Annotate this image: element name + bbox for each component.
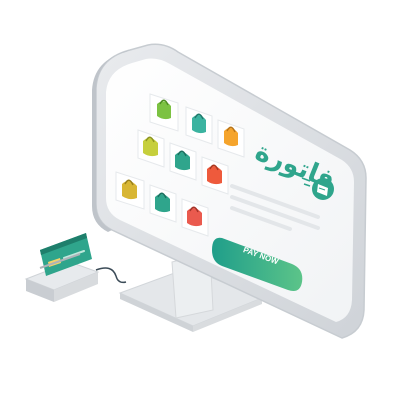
card-reader	[24, 233, 127, 302]
illustration-canvas: فاتورة PAY NOW	[24, 43, 367, 339]
payment-illustration: فاتورة PAY NOW	[0, 0, 400, 400]
